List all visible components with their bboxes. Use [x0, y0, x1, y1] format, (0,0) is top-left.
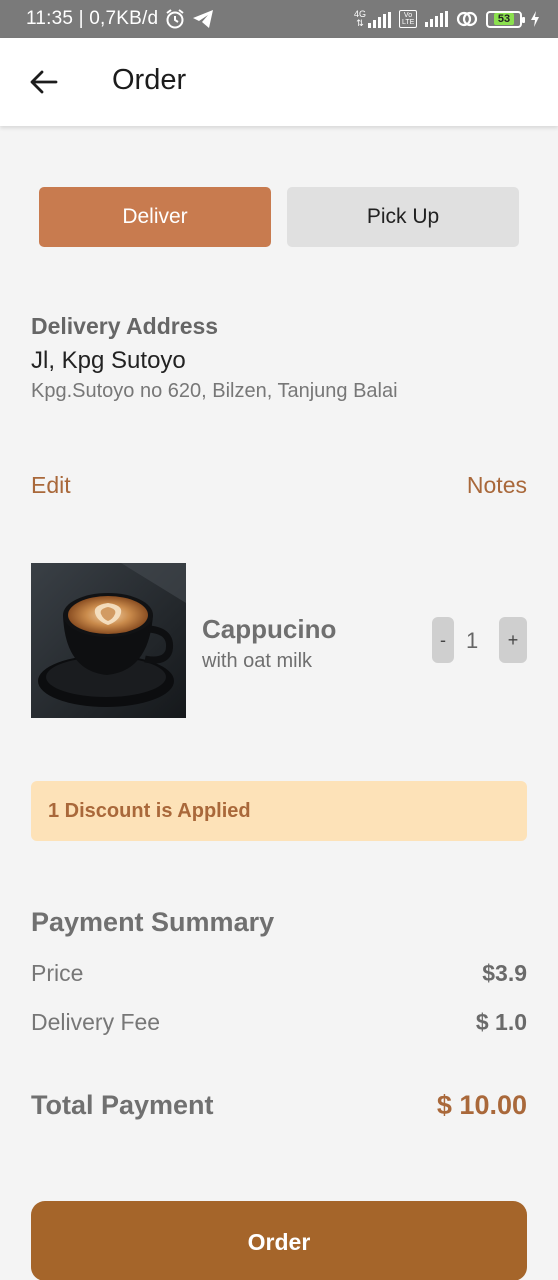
- quantity-decrease-button[interactable]: -: [432, 617, 454, 663]
- discount-banner[interactable]: 1 Discount is Applied: [31, 781, 527, 841]
- data-arrows-icon: ⇅: [356, 18, 364, 28]
- status-right: 4G ⇅ Vo LTE 53: [354, 9, 540, 29]
- app-bar: Order: [0, 38, 558, 126]
- signal-4g-icon: 4G ⇅: [354, 10, 391, 28]
- status-left: 11:35 | 0,7KB/d: [26, 8, 214, 30]
- product-image: [31, 563, 186, 718]
- payment-summary-heading: Payment Summary: [31, 907, 275, 937]
- battery-level: 53: [493, 13, 515, 25]
- edit-address-link[interactable]: Edit: [31, 472, 71, 499]
- total-payment-value: $ 10.00: [436, 1090, 527, 1120]
- back-arrow-icon[interactable]: [28, 66, 60, 98]
- price-label: Price: [31, 960, 84, 986]
- pickup-button[interactable]: Pick Up: [287, 187, 519, 247]
- quantity-increase-button[interactable]: +: [499, 617, 527, 663]
- volte-icon: Vo LTE: [399, 10, 417, 28]
- status-bar: 11:35 | 0,7KB/d 4G ⇅ Vo LTE 53: [0, 0, 558, 38]
- hotspot-icon: [456, 11, 478, 27]
- delivery-fee-label: Delivery Fee: [31, 1009, 161, 1035]
- telegram-icon: [193, 10, 214, 28]
- address-name: Jl, Kpg Sutoyo: [31, 347, 186, 374]
- product-description: with oat milk: [202, 650, 313, 672]
- signal-icon: [425, 11, 448, 27]
- order-button[interactable]: Order: [31, 1201, 527, 1280]
- quantity-value: 1: [466, 628, 479, 653]
- page-title: Order: [112, 64, 187, 96]
- notes-link[interactable]: Notes: [467, 472, 527, 499]
- battery-icon: 53: [486, 10, 525, 28]
- price-value: $3.9: [482, 960, 527, 986]
- total-payment-label: Total Payment: [31, 1090, 214, 1120]
- charging-icon: [531, 11, 539, 27]
- deliver-button[interactable]: Deliver: [39, 187, 271, 247]
- status-time: 11:35 | 0,7KB/d: [26, 8, 159, 29]
- delivery-address-heading: Delivery Address: [31, 313, 219, 339]
- delivery-fee-value: $ 1.0: [475, 1009, 527, 1035]
- product-name: Cappucino: [202, 614, 337, 644]
- alarm-icon: [166, 9, 184, 29]
- address-detail: Kpg.Sutoyo no 620, Bilzen, Tanjung Balai: [31, 380, 398, 402]
